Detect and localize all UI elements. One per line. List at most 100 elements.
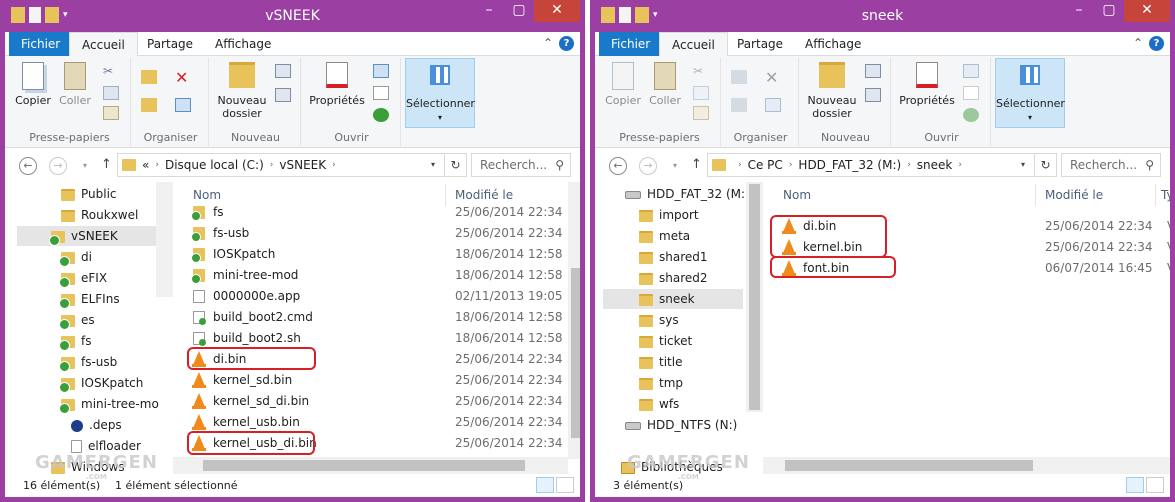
column-divider[interactable] bbox=[1035, 184, 1036, 206]
history-icon[interactable] bbox=[963, 108, 979, 122]
tab-share[interactable]: Partage bbox=[725, 32, 795, 56]
cut-icon[interactable]: ✂ bbox=[693, 64, 709, 78]
copy-path-icon[interactable] bbox=[103, 86, 119, 100]
file-row[interactable]: build_boot2.sh 18/06/2014 12:58 bbox=[185, 328, 565, 349]
nav-item[interactable]: ELFIns bbox=[59, 289, 120, 309]
file-list-scrollbar[interactable] bbox=[568, 182, 580, 459]
column-divider[interactable] bbox=[1155, 184, 1156, 206]
tab-home[interactable]: Accueil bbox=[659, 32, 728, 57]
horizontal-scrollbar[interactable] bbox=[173, 457, 568, 474]
rename-icon[interactable] bbox=[175, 98, 191, 112]
breadcrumb-overflow[interactable]: « bbox=[142, 158, 149, 172]
tab-view[interactable]: Affichage bbox=[793, 32, 873, 56]
nav-item[interactable]: Public bbox=[61, 184, 117, 204]
nav-item[interactable]: Roukxwel bbox=[61, 205, 138, 225]
paste-button[interactable]: Coller bbox=[57, 62, 93, 107]
horizontal-scrollbar-thumb[interactable] bbox=[785, 460, 1033, 471]
nav-item[interactable]: mini-tree-mo bbox=[59, 394, 159, 414]
close-button[interactable]: ✕ bbox=[534, 0, 580, 22]
tab-file[interactable]: Fichier bbox=[9, 32, 73, 56]
back-button[interactable]: ← bbox=[19, 157, 37, 175]
nav-scrollbar[interactable] bbox=[746, 182, 763, 412]
move-to-icon[interactable] bbox=[141, 70, 157, 84]
breadcrumb-this-pc[interactable]: Ce PC bbox=[748, 158, 783, 172]
refresh-icon[interactable]: ↻ bbox=[444, 154, 466, 176]
large-icons-view-icon[interactable] bbox=[556, 477, 574, 493]
address-bar[interactable]: « › Disque local (C:) › vSNEEK › ▾ ↻ bbox=[117, 153, 467, 177]
breadcrumb-drive[interactable]: HDD_FAT_32 (M:) bbox=[798, 158, 901, 172]
nav-item[interactable]: import bbox=[639, 205, 699, 225]
back-button[interactable]: ← bbox=[609, 157, 627, 175]
select-button[interactable]: Sélectionner ▾ bbox=[995, 58, 1065, 128]
up-button[interactable]: ↑ bbox=[101, 157, 112, 172]
forward-button[interactable]: → bbox=[639, 157, 657, 175]
select-button[interactable]: Sélectionner ▾ bbox=[405, 58, 475, 128]
nav-item[interactable]: fs bbox=[59, 331, 91, 351]
large-icons-view-icon[interactable] bbox=[1146, 477, 1164, 493]
file-row[interactable]: 0000000e.app 02/11/2013 19:05 bbox=[185, 286, 565, 307]
new-item-icon[interactable] bbox=[865, 64, 881, 78]
search-input[interactable]: Recherch... ⚲ bbox=[1061, 153, 1161, 177]
maximize-button[interactable]: ▢ bbox=[504, 0, 534, 22]
nav-item-selected[interactable]: vSNEEK bbox=[17, 226, 157, 246]
file-row[interactable]: IOSKpatch 18/06/2014 12:58 bbox=[185, 244, 565, 265]
horizontal-scrollbar[interactable] bbox=[763, 457, 1170, 474]
chevron-down-icon[interactable]: ▾ bbox=[83, 161, 87, 170]
paste-shortcut-icon[interactable] bbox=[693, 106, 709, 120]
open-icon[interactable] bbox=[963, 64, 979, 78]
file-list-scrollbar-thumb[interactable] bbox=[571, 268, 580, 438]
rename-icon[interactable] bbox=[765, 98, 781, 112]
breadcrumb-folder[interactable]: sneek bbox=[917, 158, 953, 172]
nav-item-selected[interactable]: sneek bbox=[603, 289, 743, 309]
move-to-icon[interactable] bbox=[731, 70, 747, 84]
copy-path-icon[interactable] bbox=[693, 86, 709, 100]
chevron-up-icon[interactable]: ⌃ bbox=[1133, 36, 1143, 51]
new-folder-button[interactable]: Nouveau dossier bbox=[215, 62, 269, 120]
help-icon[interactable]: ? bbox=[559, 36, 574, 51]
column-header-type[interactable]: Ty bbox=[1161, 188, 1170, 202]
file-row[interactable]: fs-usb 25/06/2014 22:34 bbox=[185, 223, 565, 244]
nav-item[interactable]: .deps bbox=[71, 415, 122, 435]
column-header-name[interactable]: Nom bbox=[783, 188, 811, 202]
nav-item[interactable]: shared2 bbox=[639, 268, 708, 288]
address-bar[interactable]: › Ce PC › HDD_FAT_32 (M:) › sneek › ▾ ↻ bbox=[707, 153, 1057, 177]
file-row[interactable]: kernel_usb.bin 25/06/2014 22:34 bbox=[185, 412, 565, 433]
copy-to-icon[interactable] bbox=[731, 98, 747, 112]
file-row[interactable]: kernel_sd.bin 25/06/2014 22:34 bbox=[185, 370, 565, 391]
copy-to-icon[interactable] bbox=[141, 98, 157, 112]
nav-item[interactable]: sys bbox=[639, 310, 679, 330]
minimize-button[interactable]: – bbox=[474, 0, 504, 22]
nav-item[interactable]: fs-usb bbox=[59, 352, 117, 372]
nav-item[interactable]: title bbox=[639, 352, 682, 372]
nav-item[interactable]: IOSKpatch bbox=[59, 373, 143, 393]
nav-item-drive[interactable]: HDD_NTFS (N:) bbox=[625, 415, 737, 435]
open-icon[interactable] bbox=[373, 64, 389, 78]
copy-button[interactable]: Copier bbox=[605, 62, 641, 107]
file-row[interactable]: kernel_sd_di.bin 25/06/2014 22:34 bbox=[185, 391, 565, 412]
nav-scrollbar[interactable] bbox=[156, 182, 173, 297]
tab-view[interactable]: Affichage bbox=[203, 32, 283, 56]
nav-item[interactable]: shared1 bbox=[639, 247, 708, 267]
nav-item[interactable]: meta bbox=[639, 226, 690, 246]
tab-file[interactable]: Fichier bbox=[599, 32, 663, 56]
delete-icon[interactable]: ✕ bbox=[765, 68, 781, 87]
search-input[interactable]: Recherch... ⚲ bbox=[471, 153, 571, 177]
minimize-button[interactable]: – bbox=[1064, 0, 1094, 22]
paste-button[interactable]: Coller bbox=[647, 62, 683, 107]
nav-item-drive[interactable]: HDD_FAT_32 (M:) bbox=[625, 184, 750, 204]
cut-icon[interactable]: ✂ bbox=[103, 64, 119, 78]
file-row[interactable]: build_boot2.cmd 18/06/2014 12:58 bbox=[185, 307, 565, 328]
column-header-modified[interactable]: Modifié le bbox=[1045, 188, 1103, 202]
nav-item[interactable]: es bbox=[59, 310, 95, 330]
breadcrumb-drive[interactable]: Disque local (C:) bbox=[165, 158, 264, 172]
tab-share[interactable]: Partage bbox=[135, 32, 205, 56]
help-icon[interactable]: ? bbox=[1149, 36, 1164, 51]
history-icon[interactable] bbox=[373, 108, 389, 122]
tab-home[interactable]: Accueil bbox=[69, 32, 138, 57]
nav-item[interactable]: wfs bbox=[639, 394, 679, 414]
refresh-icon[interactable]: ↻ bbox=[1034, 154, 1056, 176]
edit-icon[interactable] bbox=[373, 86, 389, 100]
file-row[interactable]: mini-tree-mod 18/06/2014 12:58 bbox=[185, 265, 565, 286]
chevron-up-icon[interactable]: ⌃ bbox=[543, 36, 553, 51]
up-button[interactable]: ↑ bbox=[691, 157, 702, 172]
